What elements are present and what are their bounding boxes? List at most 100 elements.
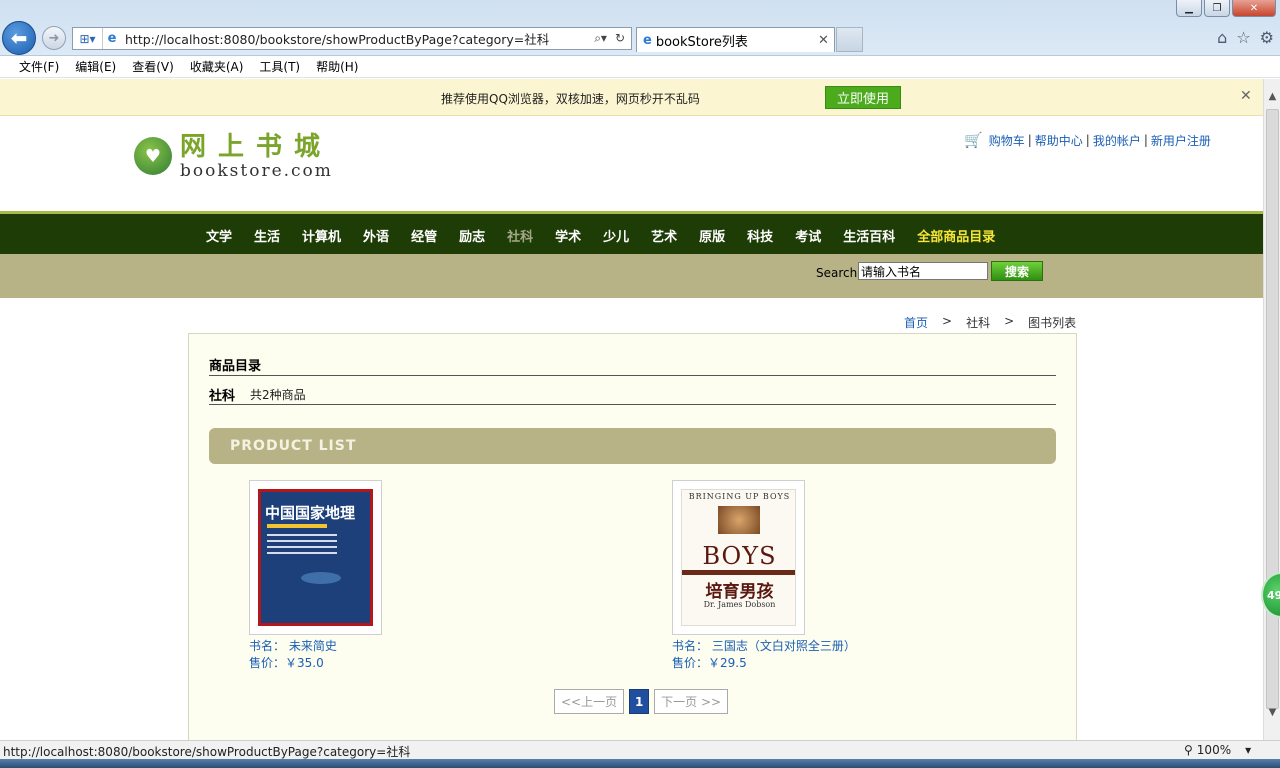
tab-close-icon[interactable]: ✕ — [818, 33, 834, 48]
zoom-level: 100% — [1196, 743, 1232, 757]
menu-favorites[interactable]: 收藏夹(A) — [190, 58, 244, 75]
nav-management[interactable]: 经管 — [411, 226, 437, 245]
nav-literature[interactable]: 文学 — [206, 226, 232, 245]
use-now-button[interactable]: 立即使用 — [825, 86, 901, 109]
breadcrumb-home[interactable]: 首页 — [904, 314, 928, 331]
compat-view-icon[interactable]: ⊞▾ — [73, 28, 103, 49]
product-card: BRINGING UP BOYS BOYS 培育男孩 Dr. James Dob… — [672, 480, 856, 671]
menu-view[interactable]: 查看(V) — [132, 58, 174, 75]
next-page-button[interactable]: 下一页 >> — [654, 689, 729, 714]
nav-academic[interactable]: 学术 — [555, 226, 581, 245]
status-url: http://localhost:8080/bookstore/showProd… — [3, 745, 411, 759]
os-taskbar — [0, 759, 1280, 768]
nav-all-products[interactable]: 全部商品目录 — [917, 226, 995, 245]
notification-text: 推荐使用QQ浏览器，双核加速，网页秒开不乱码 — [441, 92, 700, 106]
ie-logo-icon: e — [107, 31, 117, 46]
cover-author: Dr. James Dobson — [703, 600, 776, 609]
tab-title: bookStore列表 — [655, 34, 748, 50]
link-help-center[interactable]: 帮助中心 — [1035, 132, 1083, 149]
page-1-button[interactable]: 1 — [629, 689, 650, 714]
nav-life[interactable]: 生活 — [254, 226, 280, 245]
logo-en-text: bookstore.com — [180, 161, 333, 181]
menu-help[interactable]: 帮助(H) — [316, 58, 358, 75]
product-name[interactable]: 书名： 三国志（文白对照全三册） — [672, 637, 856, 654]
menu-file[interactable]: 文件(F) — [19, 58, 59, 75]
search-input[interactable] — [858, 262, 988, 280]
ie-tab-icon: e — [643, 32, 652, 48]
refresh-icon[interactable]: ↻ — [615, 31, 625, 46]
notification-bar: 推荐使用QQ浏览器，双核加速，网页秒开不乱码 立即使用 ✕ — [0, 79, 1263, 116]
nav-children[interactable]: 少儿 — [603, 226, 629, 245]
nav-original[interactable]: 原版 — [699, 226, 725, 245]
product-image[interactable]: BRINGING UP BOYS BOYS 培育男孩 Dr. James Dob… — [672, 480, 805, 635]
zoom-control[interactable]: ⚲ 100% ▾ — [1184, 743, 1251, 757]
arrow-left-icon: ⬅ — [10, 26, 28, 50]
window-controls: ▁ ❐ ✕ — [1176, 0, 1276, 17]
site-logo[interactable]: ♥ 网上书城 bookstore.com — [134, 132, 333, 180]
status-bar: http://localhost:8080/bookstore/showProd… — [0, 740, 1280, 759]
home-icon[interactable]: ⌂ — [1217, 28, 1227, 47]
product-name[interactable]: 书名： 未来简史 — [249, 637, 382, 654]
book-cover: 中国国家地理 — [258, 489, 373, 626]
link-cart[interactable]: 购物车 — [989, 132, 1025, 149]
back-button[interactable]: ⬅ — [2, 21, 36, 55]
nav-inspiration[interactable]: 励志 — [459, 226, 485, 245]
browser-tab[interactable]: e bookStore列表 ✕ — [636, 27, 835, 52]
scrollbar-thumb[interactable] — [1266, 109, 1279, 709]
zoom-icon: ⚲ — [1184, 743, 1193, 757]
favorites-star-icon[interactable]: ☆ — [1236, 28, 1250, 47]
breadcrumb: 首页 > 社科 > 图书列表 — [904, 314, 1077, 331]
maximize-button[interactable]: ❐ — [1204, 0, 1230, 17]
product-content: 商品目录 社科 共2种商品 PRODUCT LIST 中国国家地理 书名： 未来… — [188, 333, 1077, 740]
search-button[interactable]: 搜索 — [991, 261, 1043, 281]
cover-title: 中国国家地理 — [265, 504, 356, 522]
close-window-button[interactable]: ✕ — [1232, 0, 1276, 17]
top-links: 🛒 购物车 | 帮助中心 | 我的帐户 | 新用户注册 — [964, 131, 1211, 149]
nav-foreign-language[interactable]: 外语 — [363, 226, 389, 245]
scroll-down-icon[interactable]: ▼ — [1264, 707, 1280, 721]
nav-exam[interactable]: 考试 — [795, 226, 821, 245]
new-tab-button[interactable] — [836, 27, 863, 52]
nav-technology[interactable]: 科技 — [747, 226, 773, 245]
forward-button[interactable]: ➜ — [42, 26, 66, 50]
search-icon[interactable]: ⌕▾ — [594, 31, 607, 46]
nav-computer[interactable]: 计算机 — [302, 226, 341, 245]
search-label: Search — [816, 266, 858, 280]
scroll-up-icon[interactable]: ▲ — [1264, 91, 1280, 105]
menu-edit[interactable]: 编辑(E) — [75, 58, 116, 75]
product-count: 共2种商品 — [250, 388, 306, 402]
notification-close-icon[interactable]: ✕ — [1240, 88, 1252, 104]
divider — [209, 404, 1056, 405]
prev-page-button[interactable]: <<上一页 — [554, 689, 625, 714]
address-url[interactable]: http://localhost:8080/bookstore/showProd… — [121, 29, 594, 48]
product-price: 售价：￥29.5 — [672, 656, 747, 670]
settings-gear-icon[interactable]: ⚙ — [1260, 28, 1274, 47]
product-list-header: PRODUCT LIST — [209, 428, 1056, 464]
link-my-account[interactable]: 我的帐户 — [1093, 132, 1141, 149]
catalog-title: 商品目录 — [209, 359, 262, 374]
nav-social-science[interactable]: 社科 — [507, 226, 533, 245]
product-card: 中国国家地理 书名： 未来简史 售价：￥35.0 — [249, 480, 382, 671]
breadcrumb-category: 社科 — [966, 316, 991, 330]
menu-bar: 文件(F) 编辑(E) 查看(V) 收藏夹(A) 工具(T) 帮助(H) — [0, 56, 1280, 78]
category-name: 社科 — [209, 389, 236, 404]
cart-icon: 🛒 — [964, 131, 983, 149]
address-bar[interactable]: ⊞▾ e http://localhost:8080/bookstore/sho… — [72, 27, 632, 50]
category-nav: 文学 生活 计算机 外语 经管 励志 社科 学术 少儿 艺术 原版 科技 考试 … — [0, 211, 1263, 254]
link-register[interactable]: 新用户注册 — [1151, 132, 1211, 149]
menu-tools[interactable]: 工具(T) — [259, 58, 300, 75]
nav-art[interactable]: 艺术 — [651, 226, 677, 245]
chevron-down-icon: ▾ — [1245, 743, 1252, 757]
browser-chrome: ▁ ❐ ✕ ⬅ ➜ ⊞▾ e http://localhost:8080/boo… — [0, 0, 1280, 56]
minimize-button[interactable]: ▁ — [1176, 0, 1202, 17]
product-image[interactable]: 中国国家地理 — [249, 480, 382, 635]
divider — [209, 375, 1056, 376]
arrow-right-icon: ➜ — [48, 30, 60, 46]
search-bar: Search 搜索 — [0, 254, 1263, 298]
cover-big-text: BOYS — [702, 542, 777, 570]
cover-cn-text: 培育男孩 — [705, 582, 774, 602]
nav-encyclopedia[interactable]: 生活百科 — [843, 226, 895, 245]
product-price: 售价：￥35.0 — [249, 656, 324, 670]
vertical-scrollbar[interactable]: ▲ ▼ — [1263, 79, 1280, 740]
web-page: ♥ 网上书城 bookstore.com 🛒 购物车 | 帮助中心 | 我的帐户… — [0, 116, 1263, 740]
